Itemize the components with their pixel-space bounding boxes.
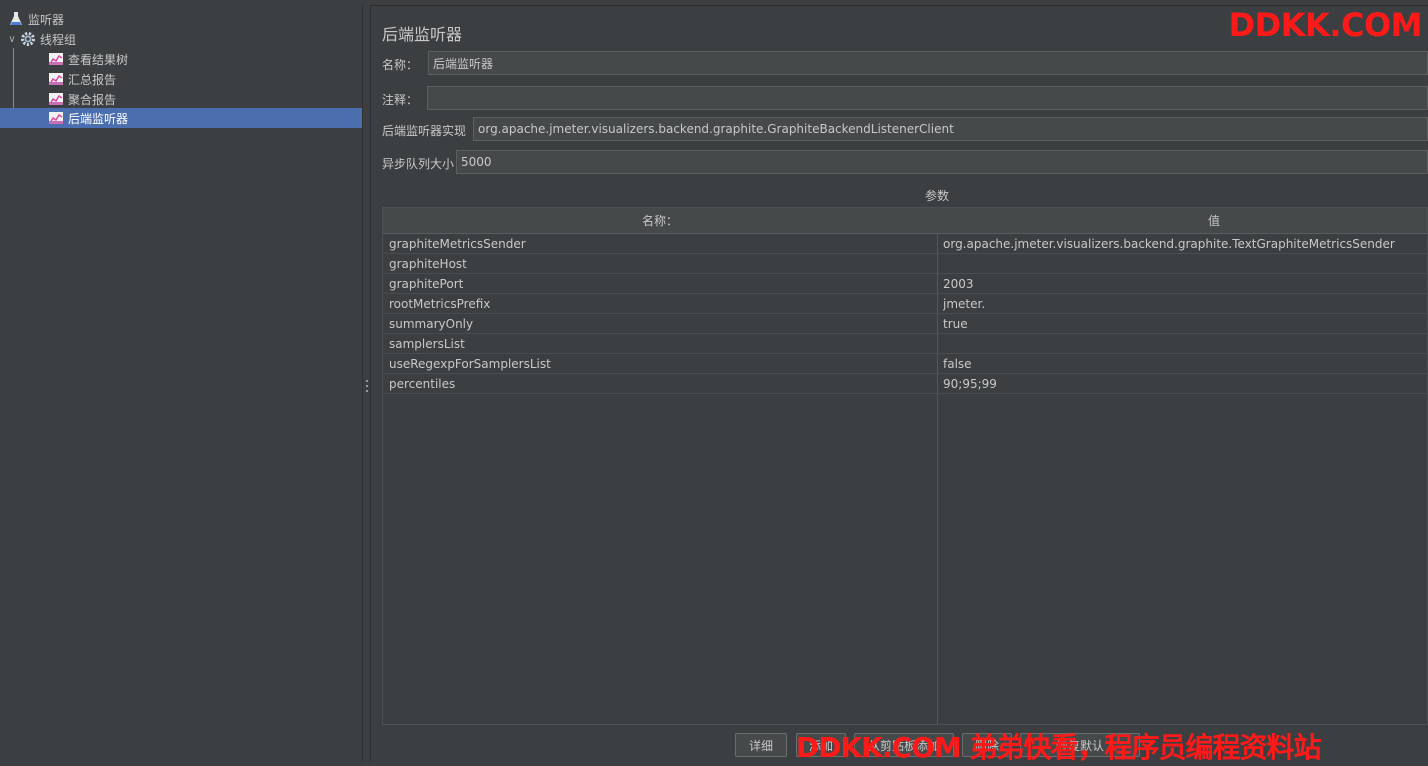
param-value-cell[interactable]: org.apache.jmeter.visualizers.backend.gr…	[943, 234, 1427, 253]
param-value-cell[interactable]: 90;95;99	[943, 374, 1427, 393]
param-name-cell[interactable]: summaryOnly	[389, 314, 933, 333]
async-queue-size-input[interactable]: 5000	[456, 150, 1428, 174]
table-row[interactable]: graphiteHost	[383, 254, 1427, 274]
tree-item-label: 汇总报告	[68, 72, 117, 87]
graph-icon	[48, 91, 64, 107]
flask-icon	[8, 11, 24, 27]
param-name-cell[interactable]: graphitePort	[389, 274, 933, 293]
column-header-name[interactable]: 名称：	[383, 208, 937, 233]
watermark-top: DDKK.COM	[1228, 6, 1423, 44]
table-row[interactable]: graphitePort 2003	[383, 274, 1427, 294]
param-name-cell[interactable]: percentiles	[389, 374, 933, 393]
param-name-cell[interactable]: samplersList	[389, 334, 933, 353]
column-header-value[interactable]: 值	[938, 208, 1427, 233]
split-pane-divider[interactable]	[362, 5, 371, 762]
graph-icon	[48, 110, 64, 126]
async-queue-size-label: 异步队列大小	[382, 157, 455, 171]
table-row[interactable]: rootMetricsPrefix jmeter.	[383, 294, 1427, 314]
tree-item-thread-group[interactable]: ∨ 线程组	[0, 29, 362, 49]
tree-item-aggregate-report[interactable]: 聚合报告	[0, 89, 362, 109]
detail-button[interactable]: 详细	[735, 733, 787, 757]
drag-handle-icon[interactable]	[366, 380, 369, 394]
parameters-table[interactable]: 名称： 值 graphiteMetricsSender org.apache.j…	[382, 207, 1428, 725]
tree-item-listener-root[interactable]: 监听器	[0, 9, 362, 29]
table-row[interactable]: samplersList	[383, 334, 1427, 354]
implementation-label: 后端监听器实现	[382, 124, 467, 138]
name-input[interactable]: 后端监听器	[428, 51, 1428, 75]
table-row[interactable]: percentiles 90;95;99	[383, 374, 1427, 394]
table-row[interactable]: summaryOnly true	[383, 314, 1427, 334]
tree-item-label: 查看结果树	[68, 52, 129, 67]
tree-item-label: 后端监听器	[68, 111, 129, 126]
param-value-cell[interactable]: jmeter.	[943, 294, 1427, 313]
tree-item-label: 线程组	[40, 32, 77, 47]
parameters-title: 参数	[924, 189, 949, 203]
param-name-cell[interactable]: graphiteMetricsSender	[389, 234, 933, 253]
graph-icon	[48, 51, 64, 67]
gear-icon	[20, 31, 36, 47]
param-value-cell[interactable]	[943, 254, 1427, 273]
tree-item-label: 聚合报告	[68, 92, 117, 107]
param-value-cell[interactable]: false	[943, 354, 1427, 373]
param-name-cell[interactable]: graphiteHost	[389, 254, 933, 273]
backend-listener-panel: 后端监听器 名称： 后端监听器 注释： 后端监听器实现 org.apache.j…	[372, 5, 1428, 762]
chevron-down-icon[interactable]: ∨	[6, 34, 18, 45]
param-value-cell[interactable]: 2003	[943, 274, 1427, 293]
implementation-select[interactable]: org.apache.jmeter.visualizers.backend.gr…	[473, 117, 1428, 141]
param-name-cell[interactable]: useRegexpForSamplersList	[389, 354, 933, 373]
table-header: 名称： 值	[383, 208, 1427, 234]
table-row[interactable]: useRegexpForSamplersList false	[383, 354, 1427, 374]
comment-label: 注释：	[382, 93, 419, 107]
tree-item-backend-listener[interactable]: 后端监听器	[0, 108, 362, 128]
name-label: 名称：	[382, 58, 419, 72]
tree-item-view-results-tree[interactable]: 查看结果树	[0, 49, 362, 69]
page-title: 后端监听器	[382, 25, 463, 44]
param-name-cell[interactable]: rootMetricsPrefix	[389, 294, 933, 313]
graph-icon	[48, 71, 64, 87]
comment-input[interactable]	[427, 86, 1428, 110]
param-value-cell[interactable]	[943, 334, 1427, 353]
param-value-cell[interactable]: true	[943, 314, 1427, 333]
watermark-bottom: DDKK.COM 弟弟快看，程序员编程资料站	[796, 731, 1321, 764]
tree-item-summary-report[interactable]: 汇总报告	[0, 69, 362, 89]
tree-item-label: 监听器	[28, 12, 65, 27]
table-row[interactable]: graphiteMetricsSender org.apache.jmeter.…	[383, 234, 1427, 254]
test-plan-tree[interactable]: 监听器 ∨ 线程组 查看结果树 汇总报告 聚合报告 后端监听器	[0, 5, 362, 762]
